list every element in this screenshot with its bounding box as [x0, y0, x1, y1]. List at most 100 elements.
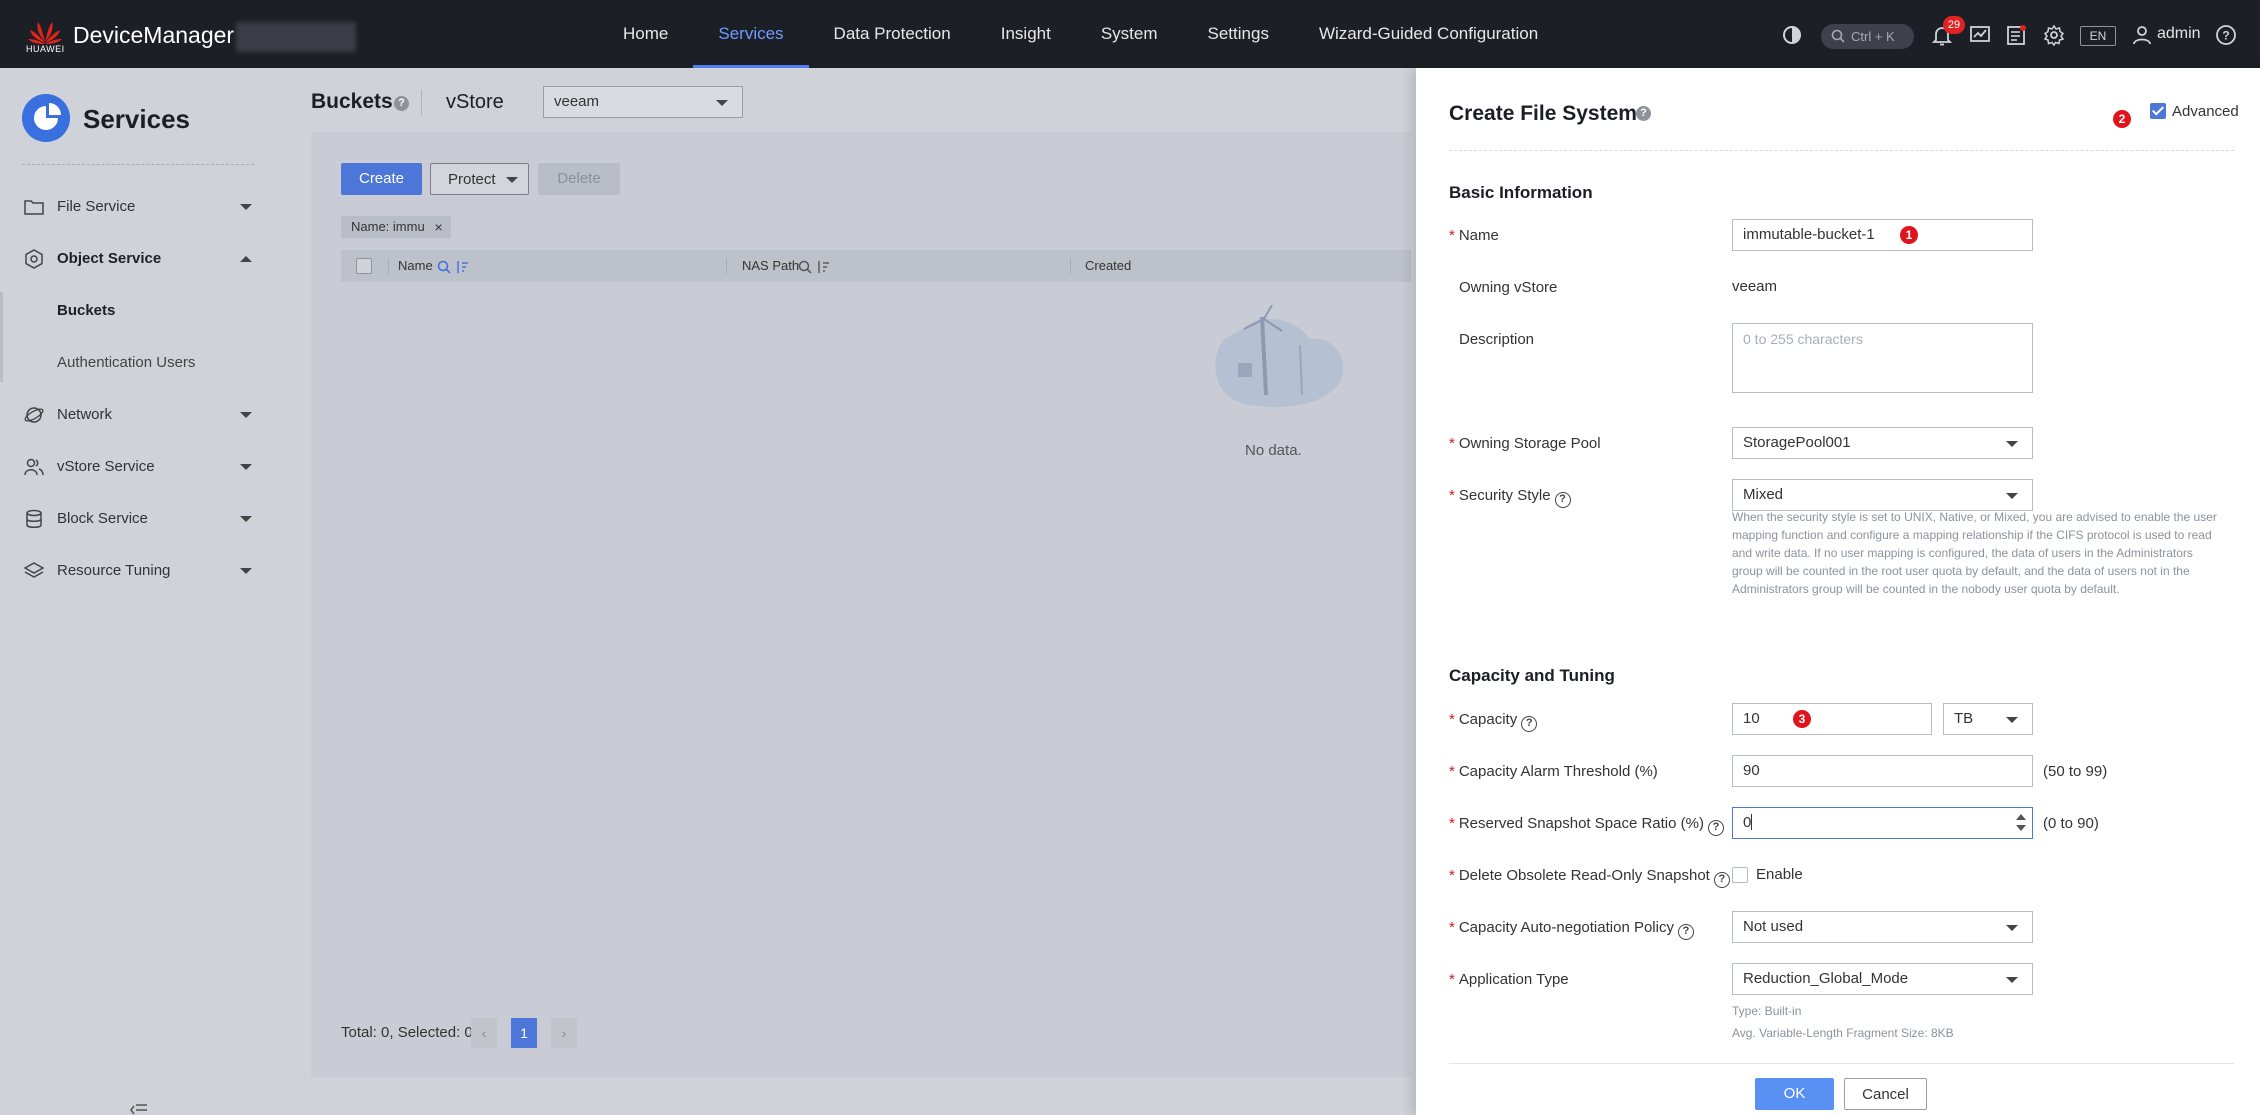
sidebar-item-file-service[interactable]: File Service	[0, 185, 278, 229]
header-divider	[421, 90, 422, 116]
nav-data-protection[interactable]: Data Protection	[809, 0, 976, 68]
protect-button[interactable]: Protect	[430, 163, 529, 195]
snapshot-ratio-input[interactable]: 0	[1732, 807, 2033, 839]
question-icon[interactable]: ?	[1677, 924, 1694, 940]
app-title: DeviceManager	[73, 22, 235, 48]
object-icon	[25, 249, 43, 269]
sidebar-item-vstore-service[interactable]: vStore Service	[0, 445, 278, 489]
storage-pool-value: StoragePool001	[1743, 434, 1851, 451]
user-menu[interactable]: admin	[2133, 25, 2201, 45]
advanced-label: Advanced	[2172, 103, 2239, 120]
sidebar-item-label: Object Service	[57, 250, 162, 267]
create-file-system-drawer: Create File System ? 2 Advanced Basic In…	[1416, 68, 2260, 1115]
sort-icon[interactable]	[816, 260, 830, 274]
pagination-page[interactable]: 1	[511, 1018, 537, 1048]
sidebar-item-authentication-users[interactable]: Authentication Users	[0, 341, 278, 385]
theme-icon[interactable]	[1781, 24, 1803, 46]
storage-pool-select[interactable]: StoragePool001	[1732, 427, 2033, 459]
column-header-nas-path: NAS Path	[742, 250, 799, 282]
filter-chip-label: Name: immu	[351, 219, 425, 234]
chevron-down-icon	[2006, 493, 2018, 499]
help-icon[interactable]: ?	[394, 96, 409, 111]
pagination-prev[interactable]: ‹	[471, 1018, 497, 1048]
advanced-checkbox[interactable]	[2150, 103, 2166, 119]
gear-icon[interactable]	[2043, 24, 2065, 46]
nav-home[interactable]: Home	[598, 0, 693, 68]
auto-negotiation-value: Not used	[1743, 918, 1804, 935]
snapshot-ratio-value: 0	[1743, 814, 1752, 831]
collapse-sidebar-icon[interactable]	[130, 1103, 148, 1115]
nav-settings[interactable]: Settings	[1183, 0, 1294, 68]
chevron-up-icon	[240, 256, 252, 262]
drawer-title: Create File System	[1449, 102, 1637, 125]
nav-wizard-guided-configuration[interactable]: Wizard-Guided Configuration	[1294, 0, 1563, 68]
spinner-stepper[interactable]	[2016, 814, 2026, 834]
name-input[interactable]: immutable-bucket-1 1	[1732, 219, 2033, 251]
search-icon[interactable]	[798, 260, 812, 274]
task-icon[interactable]	[2005, 24, 2027, 46]
close-icon[interactable]: ×	[435, 216, 443, 238]
select-all-checkbox[interactable]	[356, 258, 372, 274]
nav-system[interactable]: System	[1076, 0, 1183, 68]
column-divider	[1070, 258, 1071, 274]
vstore-select-value: veeam	[554, 93, 600, 110]
column-divider	[388, 258, 389, 274]
step-marker: 1	[1900, 226, 1918, 244]
chevron-down-icon	[716, 100, 728, 106]
language-switch[interactable]: EN	[2080, 26, 2116, 46]
question-icon[interactable]: ?	[1713, 872, 1730, 888]
nav-insight[interactable]: Insight	[976, 0, 1076, 68]
question-icon[interactable]: ?	[1554, 492, 1571, 508]
owning-vstore-label: Owning vStore	[1459, 279, 1558, 296]
column-header-name: Name	[398, 250, 433, 282]
capacity-unit-select[interactable]: TB	[1943, 703, 2033, 735]
monitor-icon[interactable]	[1969, 24, 1991, 46]
name-label: * Name	[1449, 227, 1499, 244]
global-search[interactable]: Ctrl + K	[1821, 24, 1914, 49]
folder-icon	[24, 200, 44, 215]
question-icon[interactable]: ?	[1707, 820, 1724, 836]
alarm-threshold-range: (50 to 99)	[2043, 763, 2108, 780]
help-icon[interactable]: ?	[1636, 106, 1651, 121]
alarm-threshold-value: 90	[1743, 762, 1760, 779]
sidebar-item-block-service[interactable]: Block Service	[0, 497, 278, 541]
cancel-button[interactable]: Cancel	[1844, 1078, 1927, 1110]
sidebar-item-resource-tuning[interactable]: Resource Tuning	[0, 549, 278, 593]
sort-icon[interactable]	[455, 260, 469, 274]
security-style-select[interactable]: Mixed	[1732, 479, 2033, 511]
column-divider	[726, 258, 727, 274]
column-label: Created	[1085, 258, 1132, 273]
search-icon[interactable]	[437, 260, 451, 274]
auto-negotiation-select[interactable]: Not used	[1732, 911, 2033, 943]
sidebar-item-object-service[interactable]: Object Service	[0, 237, 278, 281]
chevron-down-icon	[240, 516, 252, 522]
delete-button[interactable]: Delete	[538, 163, 620, 195]
ok-button[interactable]: OK	[1755, 1078, 1834, 1110]
question-icon[interactable]: ?	[1521, 716, 1538, 732]
sidebar-item-network[interactable]: Network	[0, 393, 278, 437]
application-type-label: * Application Type	[1449, 971, 1569, 988]
sidebar-item-buckets[interactable]: Buckets	[0, 289, 278, 333]
pagination-next[interactable]: ›	[551, 1018, 577, 1048]
column-header-created: Created	[1085, 250, 1131, 282]
capacity-input[interactable]: 10 3	[1732, 703, 1932, 735]
obsolete-snapshot-toggle[interactable]: Enable	[1732, 866, 1803, 883]
enable-checkbox[interactable]	[1732, 867, 1748, 883]
application-type-select[interactable]: Reduction_Global_Mode	[1732, 963, 2033, 995]
enable-label: Enable	[1756, 866, 1803, 883]
description-textarea[interactable]: 0 to 255 characters	[1732, 323, 2033, 393]
nav-services[interactable]: Services	[693, 0, 809, 68]
sidebar-item-label: Resource Tuning	[57, 562, 171, 579]
protect-button-label: Protect	[448, 171, 496, 188]
vstore-select[interactable]: veeam	[543, 86, 743, 118]
empty-state-text: No data.	[1245, 442, 1302, 459]
advanced-toggle[interactable]: Advanced	[2150, 103, 2239, 120]
help-icon[interactable]: ?	[2215, 24, 2237, 46]
sidebar-item-label: Block Service	[57, 510, 148, 527]
svg-text:?: ?	[2222, 29, 2229, 43]
security-style-value: Mixed	[1743, 486, 1784, 503]
create-button[interactable]: Create	[341, 163, 422, 195]
alarm-threshold-input[interactable]: 90	[1732, 755, 2033, 787]
user-icon	[2133, 26, 2151, 45]
search-shortcut: Ctrl + K	[1851, 29, 1895, 44]
